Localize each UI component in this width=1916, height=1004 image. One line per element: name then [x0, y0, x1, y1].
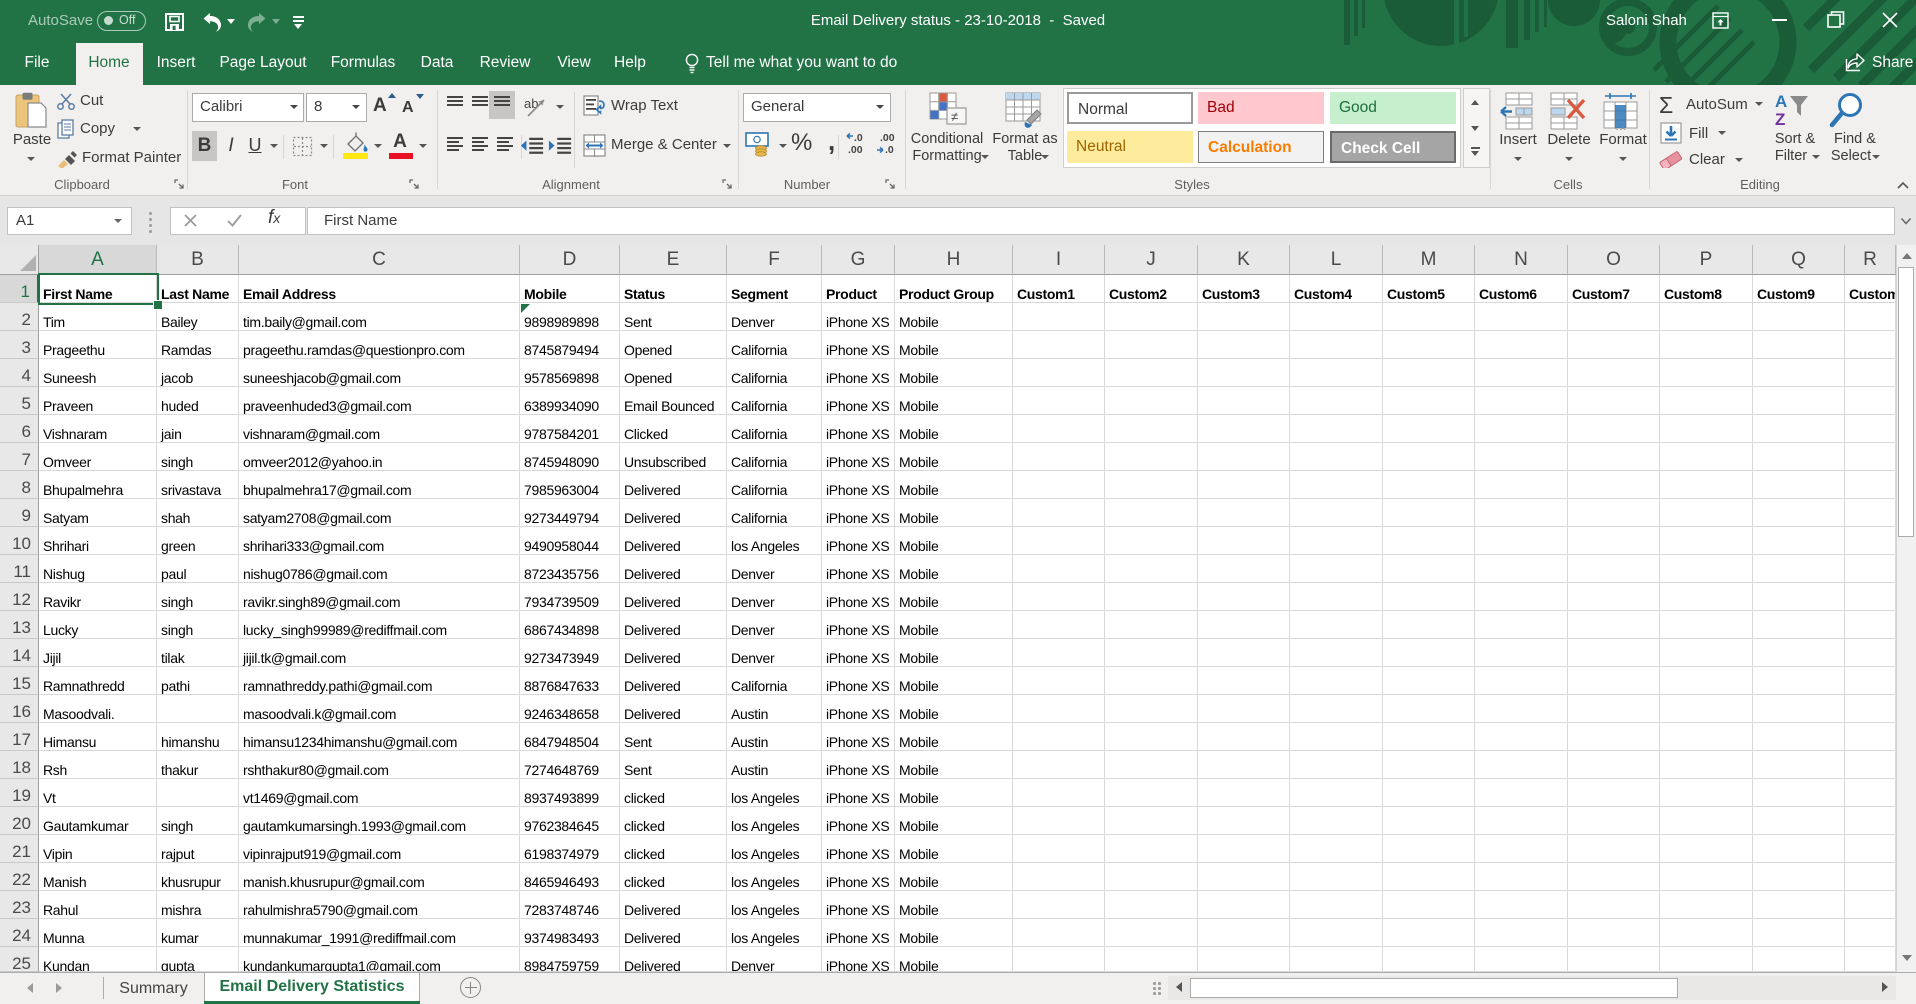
svg-text:≠: ≠	[951, 109, 958, 124]
svg-text:.00: .00	[880, 132, 895, 144]
svg-text:.0: .0	[885, 144, 894, 156]
svg-text:Z: Z	[1775, 110, 1785, 129]
svg-text:.0: .0	[854, 132, 863, 144]
svg-text:.00: .00	[848, 144, 863, 156]
svg-text:A: A	[1775, 92, 1787, 111]
